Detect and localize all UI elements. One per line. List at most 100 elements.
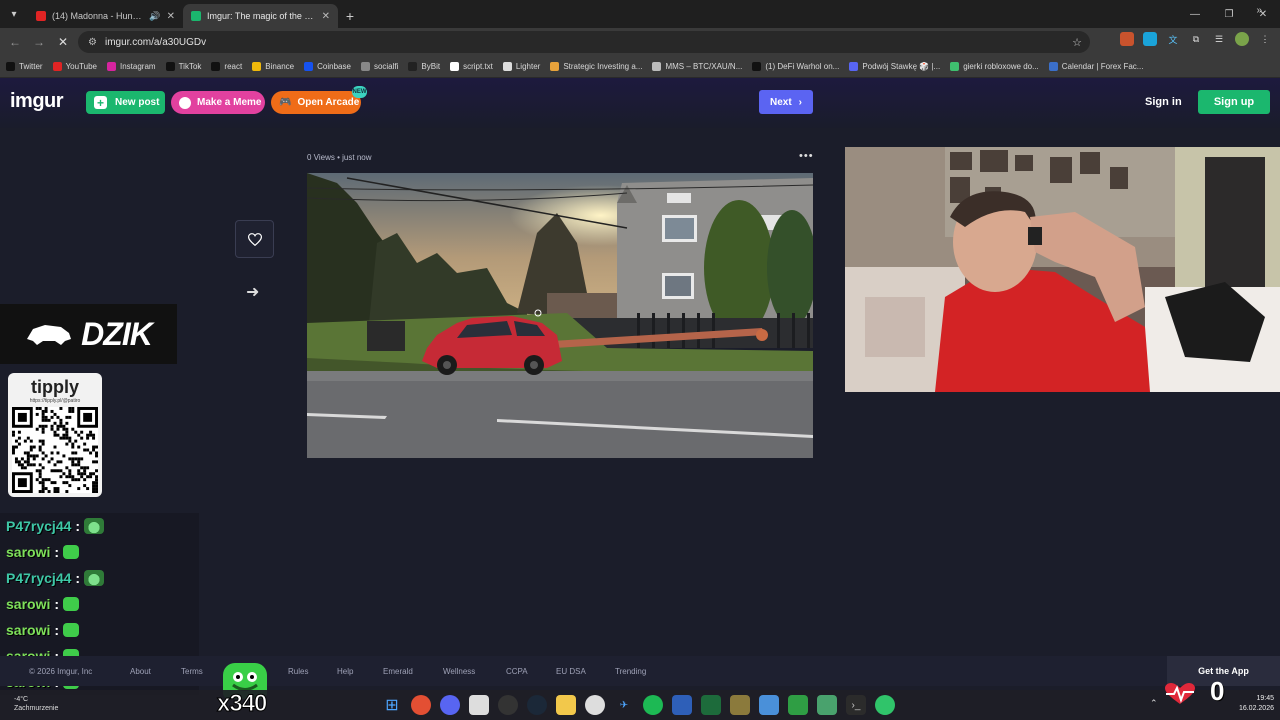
extension-translate-icon[interactable]: 文 — [1166, 32, 1180, 46]
back-button[interactable]: ← — [3, 30, 27, 54]
bookmarks-overflow-icon[interactable]: » — [1256, 5, 1262, 16]
bookmark-label: YouTube — [65, 62, 97, 71]
folder-icon[interactable] — [556, 695, 576, 715]
system-clock[interactable]: 19:45 16.02.2026 — [1226, 694, 1274, 714]
bookmark-label: Podwój Stawkę 🎲 |... — [862, 62, 941, 71]
footer-link[interactable]: EU DSA — [556, 667, 586, 676]
bookmark-favicon-icon — [502, 62, 512, 71]
boar-icon — [27, 325, 72, 345]
weather-widget[interactable]: -4°C Zachmurzenie — [14, 695, 58, 713]
bookmark-item[interactable]: Coinbase — [304, 62, 351, 71]
close-window-icon[interactable]: ✕ — [1246, 0, 1280, 28]
restore-icon[interactable]: ❐ — [1212, 0, 1246, 28]
discord-icon[interactable] — [440, 695, 460, 715]
profile-avatar[interactable] — [1235, 32, 1249, 46]
close-tab-icon[interactable]: ✕ — [167, 11, 175, 22]
next-label: Next — [769, 96, 792, 108]
address-bar[interactable]: ⚙ imgur.com/a/a30UGDv ☆ — [78, 31, 1090, 53]
app-icon-2[interactable] — [672, 695, 692, 715]
steam-icon[interactable] — [527, 695, 547, 715]
tab-search-button[interactable]: ▾ — [0, 0, 28, 28]
minecraft-icon[interactable] — [730, 695, 750, 715]
footer-link[interactable]: Rules — [288, 667, 308, 676]
extension-fox-icon[interactable] — [1120, 32, 1134, 46]
open-arcade-button[interactable]: 🎮 Open Arcade — [271, 91, 361, 114]
tray-overflow-icon[interactable]: ⌃ — [1150, 698, 1158, 709]
network-app-icon[interactable]: ✈ — [614, 695, 634, 715]
notepad-icon[interactable] — [759, 695, 779, 715]
sign-up-button[interactable]: Sign up — [1198, 90, 1270, 114]
sign-in-link[interactable]: Sign in — [1145, 96, 1182, 108]
bookmark-item[interactable]: script.txt — [450, 62, 493, 71]
chat-message: P47rycj44: — [0, 513, 199, 539]
bookmark-item[interactable]: Strategic Investing a... — [550, 62, 642, 71]
bookmark-item[interactable]: Calendar | Forex Fac... — [1048, 62, 1143, 71]
app-icon[interactable] — [469, 695, 489, 715]
spotify-icon[interactable] — [643, 695, 663, 715]
site-info-icon[interactable]: ⚙ — [88, 37, 97, 48]
browser-menu-icon[interactable]: ⋮ — [1258, 32, 1272, 46]
close-tab-icon[interactable]: ✕ — [322, 11, 330, 22]
bookmark-favicon-icon — [550, 62, 560, 71]
make-meme-button[interactable]: Make a Meme — [171, 91, 265, 114]
bookmark-item[interactable]: MMS – BTC/XAU/N... — [652, 62, 742, 71]
share-arrow-icon[interactable]: ➜ — [246, 282, 259, 302]
footer-link[interactable]: Emerald — [383, 667, 413, 676]
bookmark-item[interactable]: socialfi — [360, 62, 399, 71]
bookmark-label: socialfi — [373, 62, 399, 71]
bookmark-item[interactable]: react — [211, 62, 242, 71]
bookmark-item[interactable]: (1) DeFi Warhol on... — [752, 62, 839, 71]
view-count: 0 Views — [307, 153, 335, 162]
bookmark-item[interactable]: Twitter — [6, 62, 43, 71]
bookmark-label: Binance — [265, 62, 295, 71]
favorite-button[interactable] — [235, 220, 274, 258]
bookmark-item[interactable]: Podwój Stawkę 🎲 |... — [849, 62, 940, 71]
extension-blue-icon[interactable] — [1143, 32, 1157, 46]
bookmark-label: Twitter — [19, 62, 43, 71]
footer-link[interactable]: Terms — [181, 667, 203, 676]
bookmark-item[interactable]: TikTok — [165, 62, 201, 71]
open-arcade-label: Open Arcade — [297, 97, 360, 108]
windows-start-icon[interactable]: ⊞ — [382, 695, 402, 715]
webcam-feed — [845, 147, 1280, 392]
tab-title: (14) Madonna - Hung Up (O — [52, 11, 143, 21]
bookmark-item[interactable]: YouTube — [52, 62, 97, 71]
bookmark-item[interactable]: Lighter — [502, 62, 540, 71]
extensions-puzzle-icon[interactable]: ⧉ — [1189, 32, 1203, 46]
new-tab-button[interactable]: + — [338, 4, 362, 28]
tab-list-icon[interactable]: ☰ — [1212, 32, 1226, 46]
footer-link[interactable]: CCPA — [506, 667, 528, 676]
ccleaner-icon[interactable] — [585, 695, 605, 715]
footer-link[interactable]: Help — [337, 667, 353, 676]
chrome-icon[interactable] — [411, 695, 431, 715]
app-icon-3[interactable] — [788, 695, 808, 715]
footer-link[interactable]: Trending — [615, 667, 646, 676]
app-icon-4[interactable] — [817, 695, 837, 715]
forward-button[interactable]: → — [27, 30, 51, 54]
tab-imgur[interactable]: Imgur: The magic of the Interne ✕ — [183, 4, 338, 28]
bookmark-item[interactable]: gierki robloxowe do... — [950, 62, 1039, 71]
imgur-logo[interactable]: imgur — [10, 90, 64, 113]
excel-icon[interactable] — [701, 695, 721, 715]
more-options-icon[interactable]: ••• — [799, 150, 814, 162]
chat-username: sarowi — [6, 596, 51, 612]
new-post-button[interactable]: + New post — [86, 91, 165, 114]
minimize-icon[interactable]: — — [1178, 0, 1212, 28]
plus-icon: + — [94, 96, 107, 109]
bookmark-star-icon[interactable]: ☆ — [1072, 36, 1082, 49]
obs-icon[interactable] — [498, 695, 518, 715]
post-image[interactable] — [307, 173, 813, 458]
terminal-icon[interactable]: ›_ — [846, 695, 866, 715]
next-button[interactable]: Next › — [759, 90, 813, 114]
app-icon-5[interactable] — [875, 695, 895, 715]
bookmark-label: Coinbase — [317, 62, 351, 71]
reload-button[interactable]: ✕ — [51, 30, 75, 54]
footer-link[interactable]: About — [130, 667, 151, 676]
bookmark-item[interactable]: Binance — [252, 62, 294, 71]
footer-link[interactable]: Wellness — [443, 667, 475, 676]
system-tray: ⌃ — [1150, 698, 1158, 709]
bookmark-item[interactable]: Instagram — [107, 62, 156, 71]
speaker-icon[interactable]: 🔊 — [149, 11, 160, 22]
bookmark-item[interactable]: ByBit — [408, 62, 440, 71]
tab-youtube[interactable]: (14) Madonna - Hung Up (O 🔊 ✕ — [28, 4, 183, 28]
